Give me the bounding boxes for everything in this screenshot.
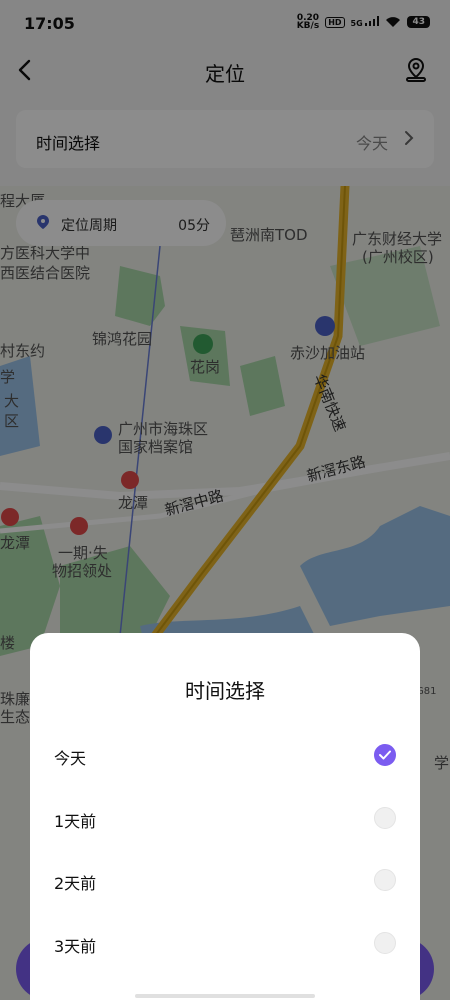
option-3-days-ago[interactable]: 3天前 xyxy=(30,913,420,975)
radio-icon[interactable] xyxy=(374,932,396,954)
radio-icon[interactable] xyxy=(374,869,396,891)
option-label: 今天 xyxy=(54,749,87,768)
option-1-day-ago[interactable]: 1天前 xyxy=(30,788,420,850)
checkmark-icon xyxy=(379,750,391,760)
time-select-sheet: 时间选择 今天 1天前 2天前 3天前 xyxy=(30,633,420,1000)
option-label: 2天前 xyxy=(54,874,97,893)
option-2-days-ago[interactable]: 2天前 xyxy=(30,850,420,912)
option-label: 3天前 xyxy=(54,937,97,956)
home-indicator xyxy=(135,994,315,998)
option-label: 1天前 xyxy=(54,812,97,831)
check-icon[interactable] xyxy=(374,744,396,766)
radio-icon[interactable] xyxy=(374,807,396,829)
option-today[interactable]: 今天 xyxy=(30,725,420,787)
sheet-title: 时间选择 xyxy=(185,679,265,703)
